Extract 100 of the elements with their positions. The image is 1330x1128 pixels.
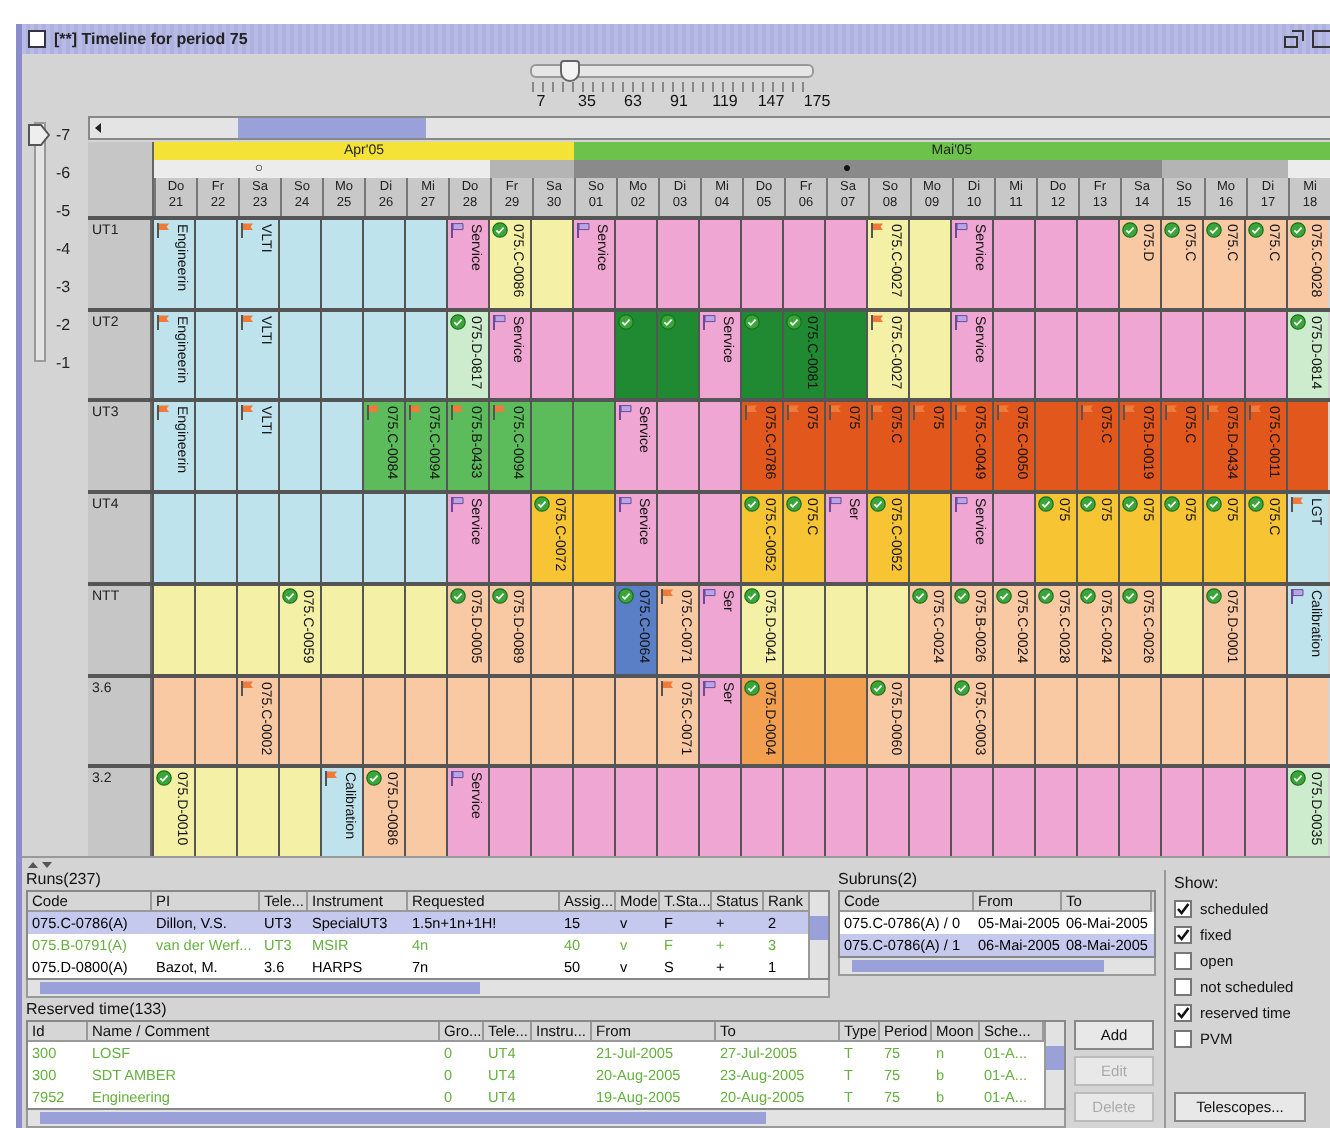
schedule-cell[interactable] bbox=[656, 311, 698, 399]
schedule-cell[interactable] bbox=[740, 219, 782, 308]
schedule-cell[interactable] bbox=[488, 677, 530, 765]
schedule-cell[interactable] bbox=[530, 768, 572, 856]
schedule-cell[interactable] bbox=[740, 311, 782, 399]
schedule-cell[interactable] bbox=[614, 311, 656, 399]
schedule-cell[interactable] bbox=[1160, 585, 1202, 674]
schedule-cell[interactable] bbox=[572, 768, 614, 856]
schedule-cell[interactable] bbox=[992, 494, 1034, 582]
slider-thumb[interactable] bbox=[560, 60, 581, 82]
schedule-cell[interactable] bbox=[1244, 585, 1286, 674]
schedule-cell[interactable] bbox=[194, 585, 236, 674]
schedule-cell[interactable] bbox=[194, 677, 236, 765]
schedule-cell[interactable] bbox=[362, 219, 404, 308]
schedule-cell[interactable] bbox=[194, 494, 236, 582]
schedule-cell[interactable] bbox=[152, 494, 194, 582]
schedule-cell[interactable] bbox=[908, 677, 950, 765]
splitter-arrows-icon[interactable] bbox=[26, 859, 54, 869]
schedule-cell[interactable] bbox=[614, 677, 656, 765]
schedule-cell[interactable] bbox=[194, 311, 236, 399]
schedule-cell[interactable] bbox=[320, 677, 362, 765]
schedule-cell[interactable] bbox=[656, 768, 698, 856]
schedule-cell[interactable] bbox=[908, 494, 950, 582]
schedule-cell[interactable] bbox=[1034, 402, 1076, 491]
schedule-cell[interactable] bbox=[530, 585, 572, 674]
schedule-cell[interactable] bbox=[1034, 768, 1076, 856]
horizontal-scrollbar[interactable] bbox=[88, 116, 1330, 140]
schedule-cell[interactable] bbox=[1160, 677, 1202, 765]
schedule-cell[interactable] bbox=[446, 677, 488, 765]
schedule-cell[interactable] bbox=[530, 677, 572, 765]
checkbox[interactable] bbox=[1174, 978, 1192, 996]
schedule-cell[interactable] bbox=[1202, 311, 1244, 399]
checkbox[interactable] bbox=[1174, 1004, 1192, 1022]
vertical-scrollbar[interactable] bbox=[808, 892, 828, 978]
slider-thumb[interactable] bbox=[28, 124, 50, 147]
schedule-cell[interactable] bbox=[656, 402, 698, 491]
horizontal-scrollbar[interactable] bbox=[26, 1110, 1066, 1128]
horizontal-scrollbar[interactable] bbox=[26, 980, 830, 998]
schedule-cell[interactable] bbox=[194, 402, 236, 491]
schedule-cell[interactable] bbox=[656, 219, 698, 308]
schedule-cell[interactable] bbox=[278, 402, 320, 491]
schedule-cell[interactable] bbox=[782, 219, 824, 308]
schedule-cell[interactable] bbox=[782, 585, 824, 674]
checkbox[interactable] bbox=[1174, 926, 1192, 944]
schedule-cell[interactable] bbox=[152, 585, 194, 674]
schedule-cell[interactable] bbox=[824, 677, 866, 765]
schedule-cell[interactable] bbox=[614, 219, 656, 308]
schedule-cell[interactable] bbox=[152, 677, 194, 765]
schedule-cell[interactable] bbox=[320, 402, 362, 491]
schedule-cell[interactable] bbox=[1034, 219, 1076, 308]
scroll-left-icon[interactable] bbox=[90, 119, 106, 136]
schedule-cell[interactable] bbox=[320, 311, 362, 399]
schedule-cell[interactable] bbox=[278, 311, 320, 399]
schedule-cell[interactable] bbox=[530, 219, 572, 308]
schedule-cell[interactable] bbox=[194, 768, 236, 856]
schedule-cell[interactable] bbox=[572, 402, 614, 491]
schedule-cell[interactable] bbox=[782, 677, 824, 765]
schedule-cell[interactable] bbox=[1202, 768, 1244, 856]
schedule-cell[interactable] bbox=[404, 768, 446, 856]
schedule-cell[interactable] bbox=[404, 677, 446, 765]
row-height-slider[interactable] bbox=[34, 122, 46, 362]
schedule-cell[interactable] bbox=[404, 494, 446, 582]
schedule-cell[interactable] bbox=[362, 585, 404, 674]
zoom-slider[interactable] bbox=[530, 64, 814, 78]
schedule-cell[interactable] bbox=[194, 219, 236, 308]
schedule-cell[interactable] bbox=[1286, 402, 1328, 491]
schedule-cell[interactable] bbox=[992, 677, 1034, 765]
schedule-cell[interactable] bbox=[992, 311, 1034, 399]
schedule-cell[interactable] bbox=[572, 494, 614, 582]
schedule-cell[interactable] bbox=[572, 677, 614, 765]
schedule-cell[interactable] bbox=[740, 768, 782, 856]
schedule-cell[interactable] bbox=[404, 311, 446, 399]
schedule-cell[interactable] bbox=[1034, 677, 1076, 765]
schedule-cell[interactable] bbox=[1202, 677, 1244, 765]
maximize-icon[interactable] bbox=[1312, 30, 1330, 48]
schedule-cell[interactable] bbox=[908, 219, 950, 308]
schedule-cell[interactable] bbox=[1160, 768, 1202, 856]
schedule-cell[interactable] bbox=[1076, 219, 1118, 308]
schedule-cell[interactable] bbox=[824, 768, 866, 856]
horizontal-scrollbar[interactable] bbox=[838, 958, 1156, 976]
schedule-cell[interactable] bbox=[824, 219, 866, 308]
schedule-cell[interactable] bbox=[614, 768, 656, 856]
schedule-cell[interactable] bbox=[824, 585, 866, 674]
schedule-cell[interactable] bbox=[236, 585, 278, 674]
schedule-cell[interactable] bbox=[404, 585, 446, 674]
schedule-cell[interactable] bbox=[992, 768, 1034, 856]
schedule-cell[interactable] bbox=[1118, 768, 1160, 856]
schedule-cell[interactable] bbox=[278, 677, 320, 765]
schedule-cell[interactable] bbox=[362, 677, 404, 765]
schedule-cell[interactable] bbox=[236, 768, 278, 856]
schedule-cell[interactable] bbox=[1118, 311, 1160, 399]
schedule-cell[interactable] bbox=[572, 311, 614, 399]
checkbox[interactable] bbox=[1174, 900, 1192, 918]
schedule-cell[interactable] bbox=[824, 311, 866, 399]
restore-icon[interactable] bbox=[1284, 30, 1304, 48]
schedule-cell[interactable] bbox=[1286, 677, 1328, 765]
vertical-scrollbar[interactable] bbox=[1044, 1022, 1064, 1108]
schedule-cell[interactable] bbox=[278, 219, 320, 308]
schedule-cell[interactable] bbox=[866, 768, 908, 856]
schedule-cell[interactable] bbox=[908, 311, 950, 399]
